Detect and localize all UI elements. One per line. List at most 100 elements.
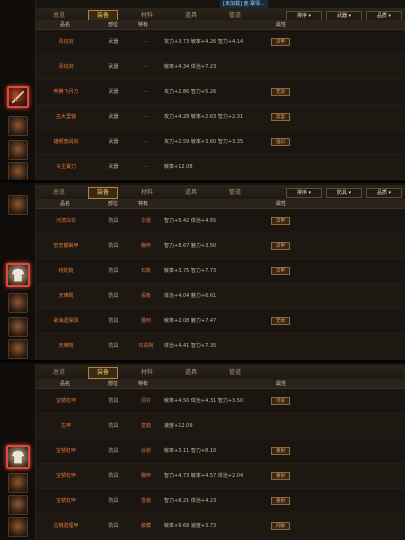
item-name: 奔腾飞月刀 bbox=[53, 89, 79, 95]
tab-pipeline[interactable]: 管道 bbox=[220, 187, 250, 199]
col-name: 品名 bbox=[60, 201, 71, 207]
boots-slot-icon[interactable] bbox=[8, 317, 28, 337]
table-header: 品名 部位 特有 属性 bbox=[36, 379, 405, 389]
item-slot: 华装 bbox=[140, 218, 151, 224]
inventory-panel-armor-2: 总览 装备 材料 道具 管道 品名 部位 特有 属性 宝锈虹甲 防具 洞衣 敏率… bbox=[0, 363, 405, 540]
table-row[interactable]: 青钰剑 武器 -- 攻力+3.73 敏率+4.26 智力+4.14 淬甲 bbox=[36, 30, 405, 55]
col-name: 品名 bbox=[60, 22, 71, 28]
boots-slot-icon[interactable] bbox=[8, 140, 28, 160]
item-unique: -- bbox=[144, 114, 148, 120]
item-unique: -- bbox=[144, 64, 148, 70]
tab-overview[interactable]: 总览 bbox=[44, 187, 74, 199]
table-row[interactable]: 雄纲宽阔剑 武器 -- 攻力+2.59 敏率+3.60 智力+3.35 强幻 bbox=[36, 130, 405, 155]
table-row[interactable]: 古甲 防具 皇錯 速度+12.09 bbox=[36, 414, 405, 439]
item-unique: -- bbox=[144, 164, 148, 170]
chevron-down-icon: ▾ bbox=[308, 13, 312, 19]
item-attributes: 智力+8.21 体治+4.23 bbox=[164, 498, 217, 504]
item-attributes: 智力+5.42 体治+4.65 bbox=[164, 218, 217, 224]
status-badge: 无体 bbox=[271, 317, 290, 325]
table-row[interactable]: 河滨白衣 防具 华装 智力+5.42 体治+4.65 淬甲 bbox=[36, 209, 405, 234]
status-text: [未加载] 庞·寨情... bbox=[220, 0, 268, 8]
chevron-down-icon: ▾ bbox=[348, 13, 352, 19]
item-slot: 石長靴 bbox=[138, 343, 154, 349]
status-badge: 强幻 bbox=[271, 138, 290, 146]
armor-slot-icon[interactable] bbox=[8, 116, 28, 136]
accessory-slot-icon[interactable] bbox=[8, 162, 28, 180]
item-attributes: 敏率+2.08 魅力+7.47 bbox=[164, 318, 217, 324]
type-dropdown-label: 武器 bbox=[336, 13, 347, 19]
item-category: 武器 bbox=[108, 114, 119, 120]
table-row[interactable]: 绕蛇靴 防具 石靴 敏率+3.75 智力+7.73 淬甲 bbox=[36, 259, 405, 284]
quality-dropdown[interactable]: 品质 ▾ bbox=[366, 188, 402, 198]
col-attrs: 属性 bbox=[276, 201, 287, 207]
tab-equipment[interactable]: 装备 bbox=[88, 367, 118, 379]
item-attributes: 攻力+2.59 敏率+3.60 智力+3.35 bbox=[164, 139, 244, 145]
weapon-slot-icon[interactable] bbox=[7, 86, 29, 108]
item-category: 防具 bbox=[108, 343, 119, 349]
item-name: 宝锈虹甲 bbox=[55, 448, 76, 454]
item-attributes: 攻力+3.73 敏率+4.26 智力+4.14 bbox=[164, 39, 244, 45]
tab-materials[interactable]: 材料 bbox=[132, 187, 162, 199]
table-row[interactable]: 天璜靴 防具 長靴 体治+4.04 魅力+6.61 bbox=[36, 284, 405, 309]
status-badge: 闪敏 bbox=[271, 522, 290, 530]
table-row[interactable]: 古链遗理甲 防具 披藏 敏率+9.68 速度+3.73 闪敏 bbox=[36, 514, 405, 539]
sort-dropdown-label: 排序 bbox=[296, 190, 307, 196]
item-name: 古甲 bbox=[60, 423, 71, 429]
weapon-slot-icon[interactable] bbox=[8, 195, 28, 215]
tab-equipment[interactable]: 装备 bbox=[88, 187, 118, 199]
item-slot: 皇錯 bbox=[140, 423, 151, 429]
item-slot: 胸甲 bbox=[140, 243, 151, 249]
table-row[interactable]: 奔腾飞月刀 武器 -- 攻力+2.86 智力+5.26 无双 bbox=[36, 80, 405, 105]
table-row[interactable]: 古大里轴 武器 -- 攻力+4.28 敏率+2.63 智力+2.31 奔里 bbox=[36, 105, 405, 130]
robe-slot-icon[interactable] bbox=[6, 445, 30, 469]
item-category: 防具 bbox=[108, 523, 119, 529]
table-row[interactable]: 宝锈虹甲 防具 雪装 智力+8.21 体治+4.23 重射 bbox=[36, 489, 405, 514]
col-unique: 特有 bbox=[138, 381, 149, 387]
inventory-panel-armor: 总览 装备 材料 道具 管道 排序 ▾ 防具 ▾ 品质 ▾ 品名 部位 特有 属… bbox=[0, 183, 405, 360]
sort-dropdown[interactable]: 排序 ▾ bbox=[286, 188, 322, 198]
col-unique: 特有 bbox=[138, 22, 149, 28]
chevron-down-icon: ▾ bbox=[308, 190, 312, 196]
armor-slot-icon[interactable] bbox=[8, 473, 28, 493]
tab-materials[interactable]: 材料 bbox=[132, 367, 162, 379]
status-badge: 重射 bbox=[271, 447, 290, 455]
table-row[interactable]: 宝锈虹甲 防具 胸甲 智力+4.73 敏率+4.57 体治+2.04 重射 bbox=[36, 464, 405, 489]
item-category: 防具 bbox=[108, 218, 119, 224]
robe-slot-icon[interactable] bbox=[6, 263, 30, 287]
item-attributes: 智力+4.73 敏率+4.57 体治+2.04 bbox=[164, 473, 244, 479]
tab-pipeline[interactable]: 管道 bbox=[220, 367, 250, 379]
item-unique: -- bbox=[144, 139, 148, 145]
item-category: 武器 bbox=[108, 89, 119, 95]
item-attributes: 智力+8.67 魅力+3.50 bbox=[164, 243, 217, 249]
status-badge: 淬甲 bbox=[271, 242, 290, 250]
item-category: 防具 bbox=[108, 293, 119, 299]
col-slot: 部位 bbox=[108, 201, 119, 207]
table-row[interactable]: 青钰剑 武器 -- 敏率+4.34 体治+7.23 bbox=[36, 55, 405, 80]
table-row[interactable]: 天璜靴 防具 石長靴 体治+4.41 智力+7.35 bbox=[36, 334, 405, 359]
boots-slot-icon[interactable] bbox=[8, 495, 28, 515]
table-row[interactable]: 宝锈虹甲 防具 洞衣 敏率+4.50 体治+4.31 智力+3.50 河泉 bbox=[36, 389, 405, 414]
tab-items[interactable]: 道具 bbox=[176, 187, 206, 199]
tab-overview[interactable]: 总览 bbox=[44, 367, 74, 379]
col-name: 品名 bbox=[60, 381, 71, 387]
inventory-panel-weapons: [未加载] 庞·寨情... 总览 装备 材料 道具 管道 排序 ▾ 武器 ▾ 品… bbox=[0, 0, 405, 180]
item-attributes: 敏率+4.50 体治+4.31 智力+3.50 bbox=[164, 398, 244, 404]
armor-slot-icon[interactable] bbox=[8, 293, 28, 313]
accessory-slot-icon[interactable] bbox=[8, 339, 28, 359]
col-attrs: 属性 bbox=[276, 22, 287, 28]
item-category: 武器 bbox=[108, 139, 119, 145]
status-badge: 无双 bbox=[271, 88, 290, 96]
item-attributes: 敏率+3.11 智力+8.10 bbox=[164, 448, 217, 454]
status-badge: 奔里 bbox=[271, 113, 290, 121]
item-category: 武器 bbox=[108, 164, 119, 170]
table-row[interactable]: 宏宏龍蝎甲 防具 胸甲 智力+8.67 魅力+3.50 淬甲 bbox=[36, 234, 405, 259]
accessory-slot-icon[interactable] bbox=[8, 517, 28, 537]
table-row[interactable]: 令主寶刀 武器 -- 敏率+12.08 bbox=[36, 155, 405, 180]
table-row[interactable]: 宝锈虹甲 防具 谷裝 敏率+3.11 智力+8.10 重射 bbox=[36, 439, 405, 464]
tab-items[interactable]: 道具 bbox=[176, 367, 206, 379]
item-name: 宝锈虹甲 bbox=[55, 498, 76, 504]
item-name: 歌海遗彈頭 bbox=[53, 318, 79, 324]
table-row[interactable]: 歌海遗彈頭 防具 猫刺 敏率+2.08 魅力+7.47 无体 bbox=[36, 309, 405, 334]
type-dropdown[interactable]: 防具 ▾ bbox=[326, 188, 362, 198]
item-category: 防具 bbox=[108, 498, 119, 504]
